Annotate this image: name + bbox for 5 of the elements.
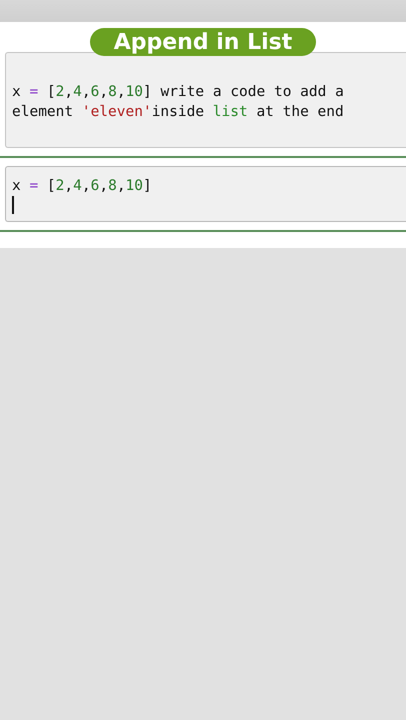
code-cell[interactable]: x = [2,4,6,8,10] — [5, 166, 406, 222]
code-line: x = [2,4,6,8,10] write a code to add a — [12, 83, 345, 102]
title-banner: Append in List — [90, 28, 316, 56]
code-line: element 'eleven'inside list at the end — [12, 103, 345, 122]
code-line: x = [2,4,6,8,10] — [12, 177, 153, 196]
